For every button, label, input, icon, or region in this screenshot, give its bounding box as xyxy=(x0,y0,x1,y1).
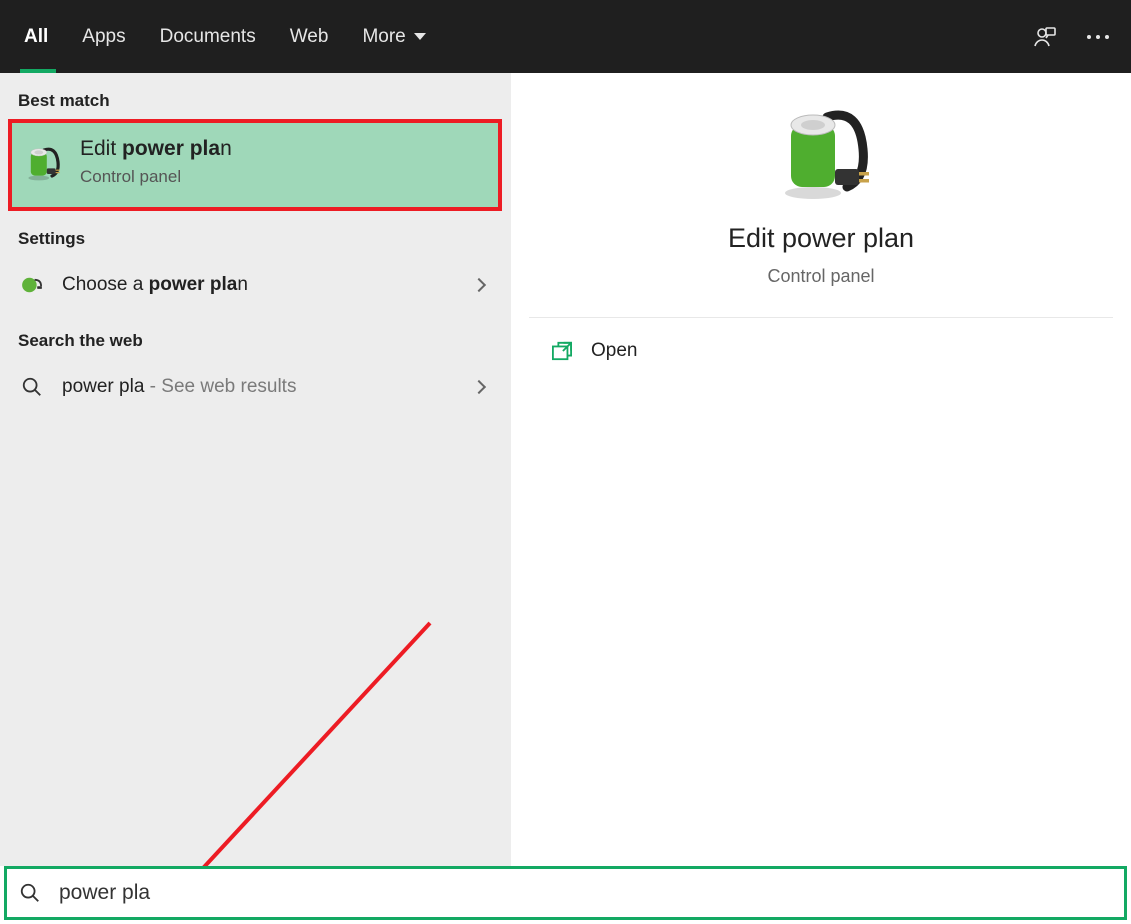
best-match-header: Best match xyxy=(0,73,510,119)
filter-tabs: All Apps Documents Web More xyxy=(22,0,428,73)
detail-panel: Edit power plan Control panel Open xyxy=(510,73,1131,866)
tab-documents[interactable]: Documents xyxy=(158,0,258,73)
results-panel: Best match Edit power plan Control panel xyxy=(0,73,510,866)
settings-item-label: Choose a power plan xyxy=(62,274,248,296)
web-header: Search the web xyxy=(0,313,510,359)
web-search-label: power pla - See web results xyxy=(62,376,296,398)
action-open[interactable]: Open xyxy=(511,318,1131,384)
best-match-subtitle: Control panel xyxy=(80,167,232,187)
top-bar: All Apps Documents Web More xyxy=(0,0,1131,73)
settings-item-choose-power-plan[interactable]: Choose a power plan xyxy=(0,257,510,313)
power-plan-icon xyxy=(22,142,62,182)
chevron-right-icon xyxy=(472,278,486,292)
more-icon[interactable] xyxy=(1087,35,1109,39)
power-plan-icon xyxy=(771,101,871,201)
search-input[interactable] xyxy=(59,881,1112,905)
detail-header: Edit power plan Control panel xyxy=(529,101,1113,318)
settings-header: Settings xyxy=(0,211,510,257)
power-options-icon xyxy=(18,271,46,299)
search-icon xyxy=(19,882,41,904)
search-icon xyxy=(18,373,46,401)
detail-title: Edit power plan xyxy=(728,223,914,254)
tab-apps[interactable]: Apps xyxy=(80,0,127,73)
chevron-down-icon xyxy=(414,33,426,40)
best-match-item[interactable]: Edit power plan Control panel xyxy=(8,119,502,211)
tab-all[interactable]: All xyxy=(22,0,50,73)
tab-web[interactable]: Web xyxy=(288,0,331,73)
chevron-right-icon xyxy=(472,380,486,394)
tab-more[interactable]: More xyxy=(360,0,427,73)
feedback-icon[interactable] xyxy=(1033,25,1057,49)
action-open-label: Open xyxy=(591,340,637,362)
main-area: Best match Edit power plan Control panel xyxy=(0,73,1131,866)
best-match-title: Edit power plan xyxy=(80,137,232,161)
open-icon xyxy=(551,341,573,361)
web-search-item[interactable]: power pla - See web results xyxy=(0,359,510,415)
detail-subtitle: Control panel xyxy=(767,266,874,287)
search-bar[interactable] xyxy=(4,866,1127,920)
